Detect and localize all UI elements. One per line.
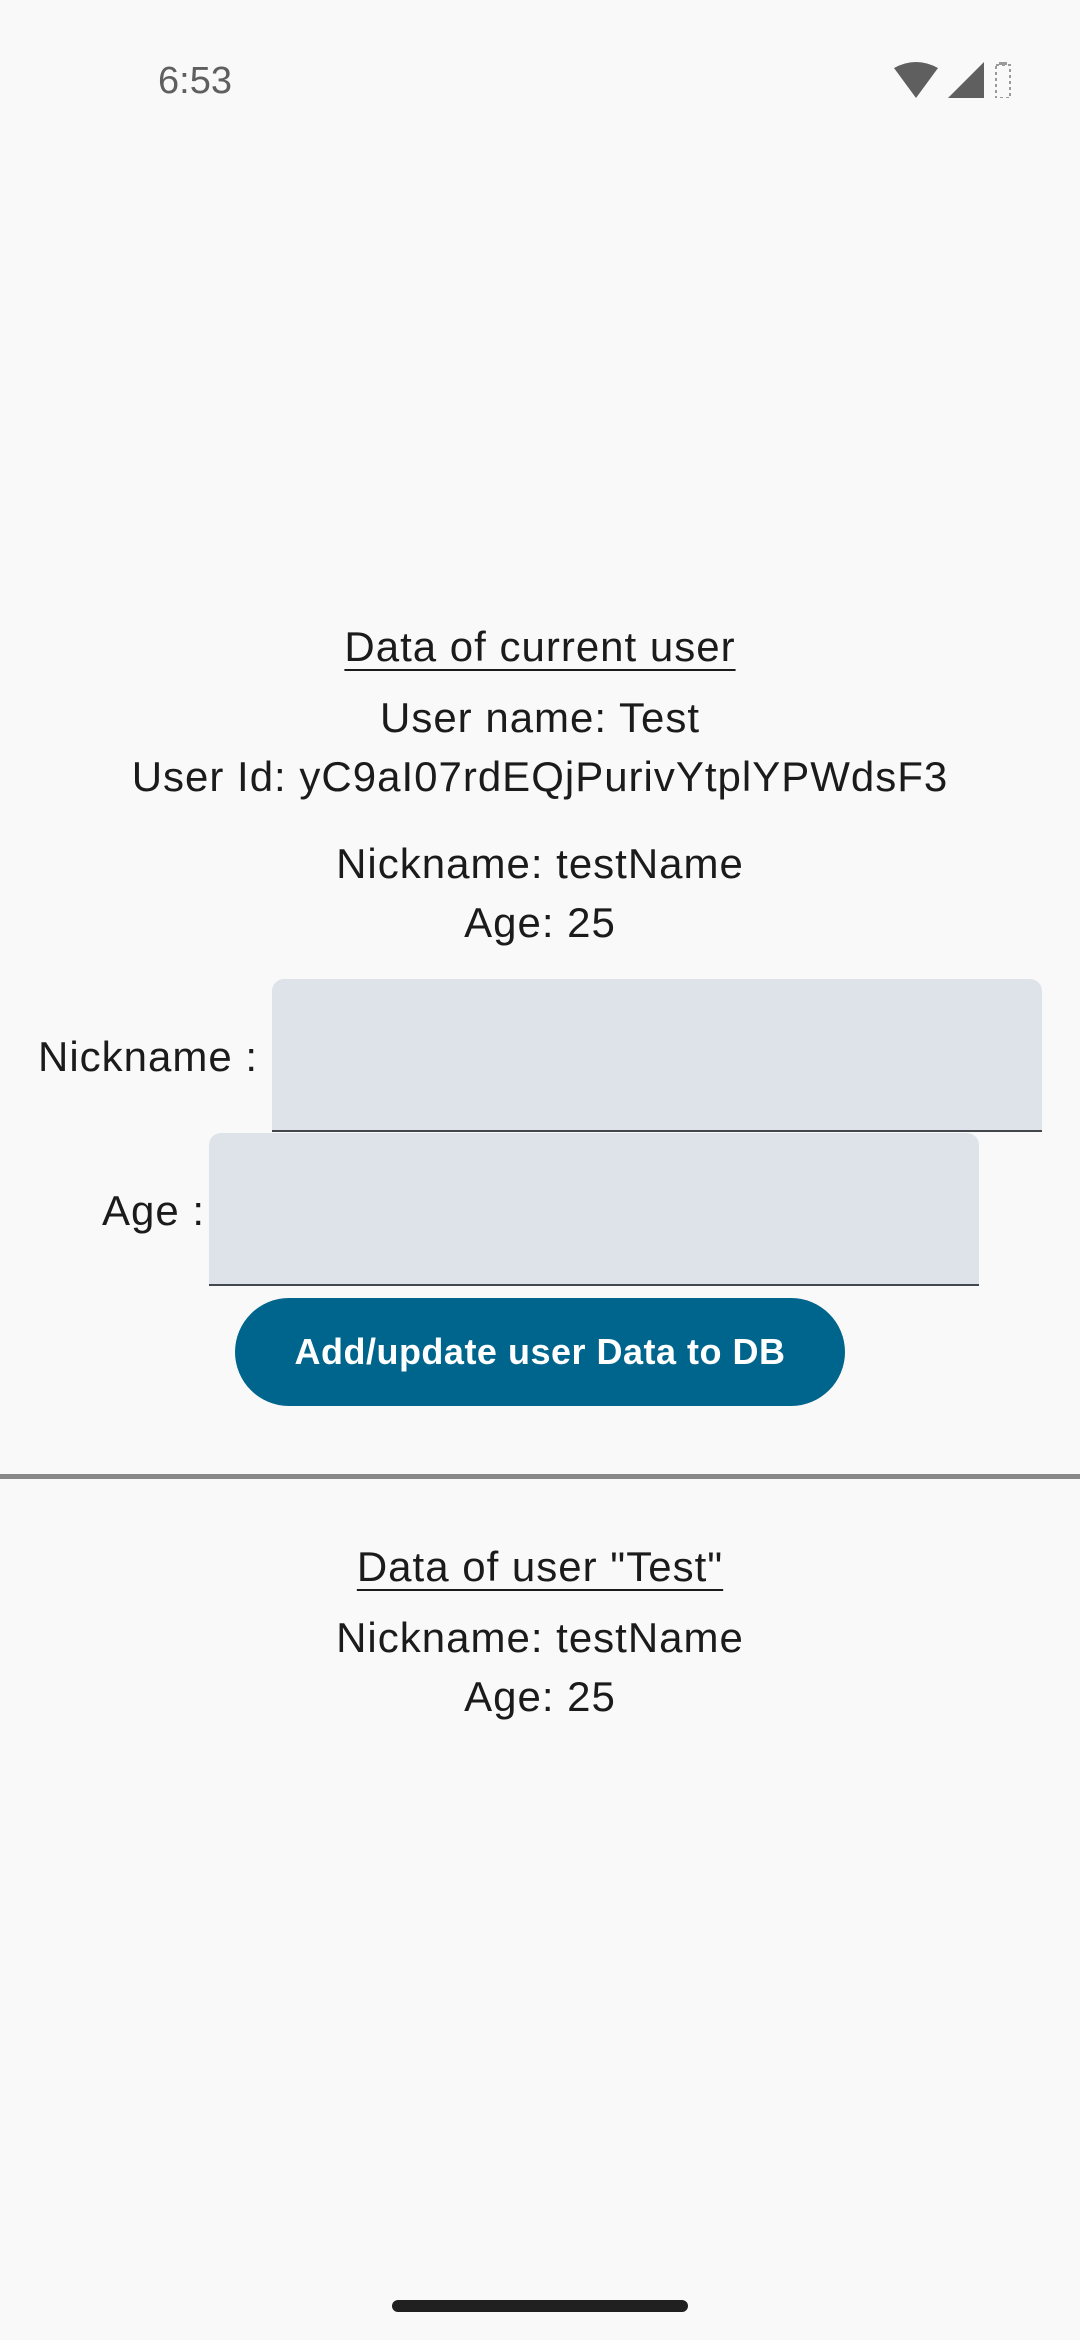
- current-user-id: User Id: yC9aI07rdEQjPurivYtplYPWdsF3: [131, 753, 949, 800]
- home-indicator[interactable]: [392, 2300, 688, 2312]
- current-user-age: Age: 25: [464, 899, 616, 946]
- current-user-nickname: Nickname: testName: [336, 840, 744, 887]
- status-icons: [894, 62, 1012, 98]
- queried-user-nickname: Nickname: testName: [336, 1614, 744, 1661]
- status-time: 6:53: [158, 60, 232, 102]
- queried-user-age: Age: 25: [464, 1673, 616, 1720]
- status-bar: 6:53: [0, 0, 1080, 120]
- age-input[interactable]: [209, 1133, 979, 1286]
- nickname-input[interactable]: [272, 979, 1042, 1132]
- queried-user-heading: Data of user "Test": [356, 1543, 724, 1590]
- add-update-user-button[interactable]: Add/update user Data to DB: [235, 1298, 845, 1406]
- current-user-name: User name: Test: [379, 694, 700, 741]
- wifi-icon: [894, 62, 938, 98]
- cell-signal-icon: [948, 62, 984, 98]
- age-label: Age :: [102, 1187, 206, 1234]
- battery-icon: [994, 62, 1012, 98]
- current-user-heading: Data of current user: [344, 623, 736, 670]
- section-divider: [0, 1474, 1080, 1479]
- nickname-label: Nickname :: [38, 1033, 259, 1080]
